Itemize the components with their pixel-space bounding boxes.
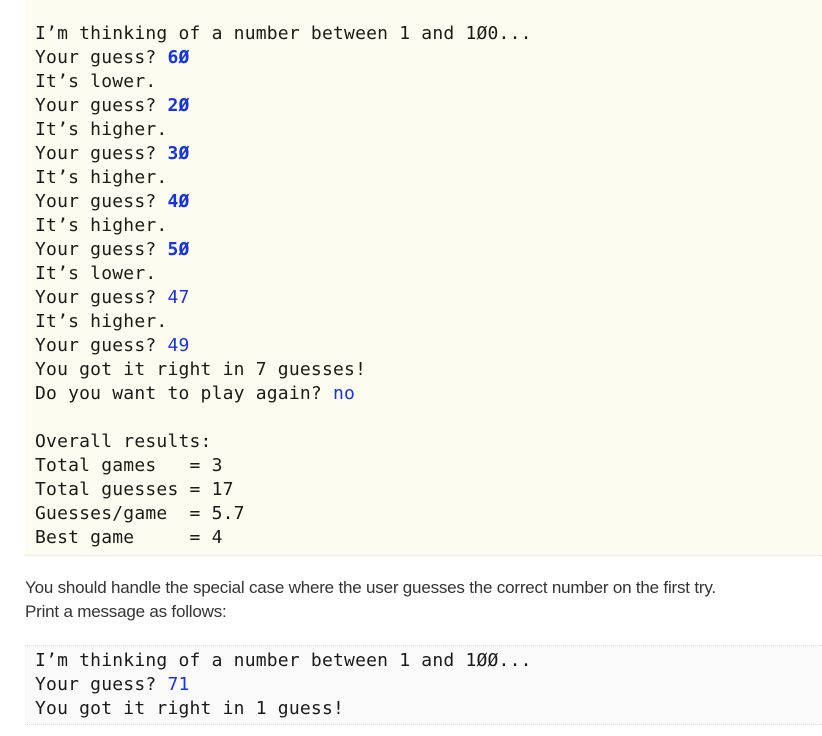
- prompt-text: Your guess?: [35, 287, 168, 308]
- output-text: It’s higher.: [35, 215, 168, 236]
- console-line: I’m thinking of a number between 1 and 1…: [35, 649, 822, 673]
- stat-value: 4: [211, 527, 223, 548]
- results-row: Guesses/game = 5.7: [35, 502, 822, 526]
- console-line: It’s higher.: [35, 166, 822, 190]
- stat-separator: =: [189, 455, 212, 476]
- prompt-text: Your guess?: [35, 239, 168, 260]
- output-text: You got it right in 1 guess!: [35, 698, 345, 719]
- console-line: It’s lower.: [35, 262, 822, 286]
- stat-value: 3: [211, 455, 223, 476]
- stat-label: Total games: [35, 455, 190, 476]
- output-text: It’s lower.: [35, 263, 157, 284]
- prompt-text: Your guess?: [35, 95, 168, 116]
- console-line: Your guess? 71: [35, 673, 822, 697]
- user-input: 71: [167, 674, 190, 695]
- console-line: You got it right in 1 guess!: [35, 697, 822, 721]
- console-line: Your guess? 5Ø: [35, 238, 822, 262]
- instructions-line: Print a message as follows:: [25, 602, 227, 621]
- results-row: Best game = 4: [35, 526, 822, 550]
- output-text: I’m thinking of a number between 1 and 1…: [35, 650, 532, 671]
- output-text: I’m thinking of a number between 1 and 1…: [35, 23, 532, 44]
- console-line: I’m thinking of a number between 1 and 1…: [35, 22, 822, 46]
- results-row: Total guesses = 17: [35, 478, 822, 502]
- output-text: It’s higher.: [35, 119, 168, 140]
- console-line: Do you want to play again? no: [35, 382, 822, 406]
- instructions-paragraph: You should handle the special case where…: [25, 576, 815, 624]
- user-input: 49: [167, 335, 190, 356]
- console-line: Your guess? 6Ø: [35, 46, 822, 70]
- stat-label: Total guesses: [35, 479, 190, 500]
- user-input: 5Ø: [167, 239, 190, 260]
- output-text: It’s higher.: [35, 167, 168, 188]
- user-input: 6Ø: [167, 47, 190, 68]
- console-line: Your guess? 2Ø: [35, 94, 822, 118]
- console-line: Your guess? 4Ø: [35, 190, 822, 214]
- console-line: Your guess? 47: [35, 286, 822, 310]
- stat-label: Best game: [35, 527, 190, 548]
- prompt-text: Your guess?: [35, 335, 168, 356]
- output-text: It’s higher.: [35, 311, 168, 332]
- console-line: It’s lower.: [35, 70, 822, 94]
- results-row: Total games = 3: [35, 454, 822, 478]
- user-input: 47: [167, 287, 190, 308]
- console-line: Your guess? 49: [35, 334, 822, 358]
- stat-value: 5.7: [211, 503, 245, 524]
- first-try-example-console: I’m thinking of a number between 1 and 1…: [25, 645, 822, 725]
- results-heading: Overall results:: [35, 431, 212, 452]
- stat-value: 17: [211, 479, 234, 500]
- stat-separator: =: [189, 503, 212, 524]
- console-line: You got it right in 7 guesses!: [35, 358, 822, 382]
- stat-separator: =: [189, 479, 212, 500]
- output-text: You got it right in 7 guesses!: [35, 359, 367, 380]
- user-input: no: [333, 383, 356, 404]
- console-line: It’s higher.: [35, 118, 822, 142]
- stat-label: Guesses/game: [35, 503, 190, 524]
- user-input: 4Ø: [167, 191, 190, 212]
- prompt-text: Your guess?: [35, 674, 168, 695]
- prompt-text: Do you want to play again?: [35, 383, 333, 404]
- output-text: It’s lower.: [35, 71, 157, 92]
- user-input: 2Ø: [167, 95, 190, 116]
- user-input: 3Ø: [167, 143, 190, 164]
- console-line: It’s higher.: [35, 214, 822, 238]
- console-line: Your guess? 3Ø: [35, 142, 822, 166]
- prompt-text: Your guess?: [35, 47, 168, 68]
- sample-run-console: I’m thinking of a number between 1 and 1…: [25, 0, 822, 556]
- prompt-text: Your guess?: [35, 191, 168, 212]
- instructions-line: You should handle the special case where…: [25, 578, 716, 597]
- stat-separator: =: [189, 527, 212, 548]
- console-line: It’s higher.: [35, 310, 822, 334]
- prompt-text: Your guess?: [35, 143, 168, 164]
